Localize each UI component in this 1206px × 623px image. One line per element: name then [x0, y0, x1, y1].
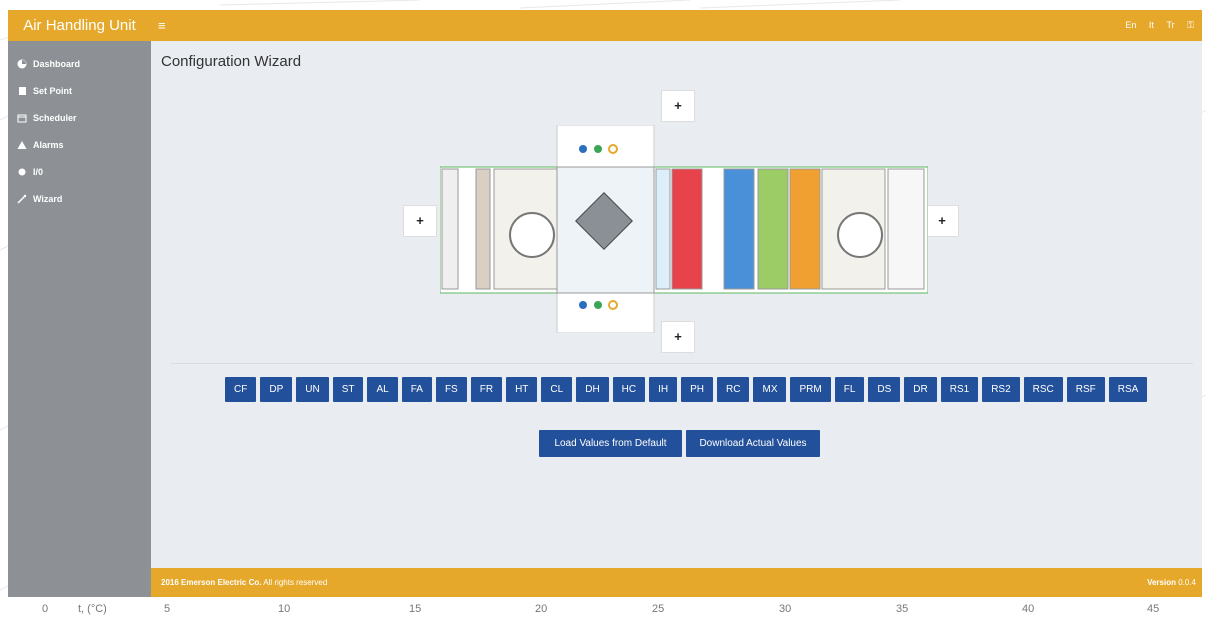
component-button-fr[interactable]: FR — [470, 377, 503, 402]
supply-fan-icon — [509, 212, 555, 258]
sidebar-item-alarms[interactable]: Alarms — [8, 131, 151, 158]
component-button-fl[interactable]: FL — [834, 377, 865, 402]
top-damper-frame — [556, 125, 655, 168]
component-button-fs[interactable]: FS — [435, 377, 467, 402]
component-button-rsf[interactable]: RSF — [1066, 377, 1105, 402]
top-navbar: Air Handling Unit ≡ En It Tr ⚿ — [8, 10, 1202, 41]
axis-label-t: t, (°C) — [78, 603, 107, 615]
component-button-hc[interactable]: HC — [612, 377, 646, 402]
language-selector: En It Tr ⚿ — [1115, 10, 1194, 41]
key-icon[interactable]: ⚿ — [1187, 20, 1194, 30]
axis-tick-5: 5 — [164, 603, 171, 615]
lang-en[interactable]: En — [1125, 20, 1136, 30]
component-button-rs1[interactable]: RS1 — [940, 377, 979, 402]
lang-tr[interactable]: Tr — [1166, 20, 1174, 30]
component-button-cf[interactable]: CF — [225, 377, 257, 402]
component-button-cl[interactable]: CL — [541, 377, 573, 402]
component-button-st[interactable]: ST — [332, 377, 364, 402]
component-button-ht[interactable]: HT — [506, 377, 538, 402]
warning-icon — [17, 140, 27, 149]
add-top-button[interactable]: + — [661, 90, 695, 122]
component-button-prm[interactable]: PRM — [790, 377, 831, 402]
sidebar-item-label: I/0 — [33, 166, 44, 177]
background-axis: 0 t, (°C) 5 10 15 20 25 30 35 40 45 — [0, 600, 1206, 622]
sidebar-item-label: Alarms — [33, 139, 64, 150]
footer: 2016 Emerson Electric Co. All rights res… — [151, 568, 1202, 597]
axis-tick-20: 20 — [535, 603, 548, 615]
axis-tick-15: 15 — [409, 603, 422, 615]
axis-tick-25: 25 — [652, 603, 665, 615]
cooling-coil-section — [723, 168, 755, 290]
brand-title[interactable]: Air Handling Unit — [8, 10, 151, 41]
component-button-dr[interactable]: DR — [904, 377, 937, 402]
sidebar: Dashboard Set Point Scheduler Alarms I/0… — [8, 41, 151, 597]
humidifier-section — [757, 168, 789, 290]
bottom-damper-frame — [556, 288, 655, 333]
load-default-button[interactable]: Load Values from Default — [539, 430, 682, 457]
outlet-damper-section — [887, 168, 925, 290]
book-icon — [19, 86, 26, 95]
component-button-fa[interactable]: FA — [401, 377, 432, 402]
add-left-button[interactable]: + — [403, 205, 437, 237]
calendar-icon — [17, 114, 27, 122]
component-button-un[interactable]: UN — [296, 377, 329, 402]
sidebar-item-label: Scheduler — [33, 112, 77, 123]
axis-tick-35: 35 — [896, 603, 909, 615]
main-content: Configuration Wizard + + + + CF DP UN ST… — [151, 41, 1202, 568]
lang-it[interactable]: It — [1149, 20, 1154, 30]
sidebar-item-dashboard[interactable]: Dashboard — [8, 50, 151, 77]
copyright-owner: 2016 Emerson Electric Co. — [161, 578, 262, 587]
add-right-button[interactable]: + — [925, 205, 959, 237]
component-button-dp[interactable]: DP — [260, 377, 293, 402]
sidebar-item-label: Dashboard — [33, 58, 81, 69]
sidebar-item-wizard[interactable]: Wizard — [8, 185, 151, 212]
component-buttons: CF DP UN ST AL FA FS FR HT CL DH HC IH P… — [225, 377, 1148, 402]
axis-tick-45: 45 — [1147, 603, 1160, 615]
wand-icon — [17, 194, 27, 204]
electric-heater-section — [671, 168, 703, 290]
filter-2-section — [655, 168, 671, 290]
sidebar-item-label: Wizard — [33, 193, 63, 204]
component-button-al[interactable]: AL — [367, 377, 398, 402]
version: Version 0.0.4 — [1147, 568, 1196, 597]
app-window: Air Handling Unit ≡ En It Tr ⚿ Dashboard… — [8, 10, 1202, 597]
download-actual-button[interactable]: Download Actual Values — [686, 430, 820, 457]
version-value: 0.0.4 — [1178, 578, 1196, 587]
filter-section — [475, 168, 491, 290]
axis-tick-40: 40 — [1022, 603, 1035, 615]
sidebar-item-label: Set Point — [33, 85, 73, 96]
component-button-rsc[interactable]: RSC — [1023, 377, 1063, 402]
copyright-rights: All rights reserved — [261, 578, 328, 587]
component-button-ph[interactable]: PH — [681, 377, 714, 402]
return-fan-icon — [837, 212, 883, 258]
version-label: Version — [1147, 578, 1176, 587]
component-button-rc[interactable]: RC — [717, 377, 750, 402]
axis-tick-30: 30 — [779, 603, 792, 615]
page-title: Configuration Wizard — [161, 53, 302, 70]
component-button-mx[interactable]: MX — [753, 377, 787, 402]
component-button-rsa[interactable]: RSA — [1108, 377, 1148, 402]
component-button-dh[interactable]: DH — [576, 377, 609, 402]
dashboard-icon — [17, 59, 27, 68]
axis-tick-0: 0 — [42, 603, 49, 615]
horizontal-scrollbar[interactable] — [171, 363, 1193, 364]
component-button-ih[interactable]: IH — [649, 377, 678, 402]
circle-icon — [18, 168, 26, 175]
component-button-rs2[interactable]: RS2 — [982, 377, 1020, 402]
ahu-unit-diagram — [440, 125, 928, 333]
heating-coil-section — [789, 168, 821, 290]
sidebar-item-io[interactable]: I/0 — [8, 158, 151, 185]
component-button-ds[interactable]: DS — [868, 377, 901, 402]
bars-icon[interactable]: ≡ — [158, 10, 166, 41]
damper-section — [441, 168, 459, 290]
copyright: 2016 Emerson Electric Co. All rights res… — [161, 568, 327, 597]
sidebar-item-scheduler[interactable]: Scheduler — [8, 104, 151, 131]
sidebar-item-set-point[interactable]: Set Point — [8, 77, 151, 104]
axis-tick-10: 10 — [278, 603, 291, 615]
